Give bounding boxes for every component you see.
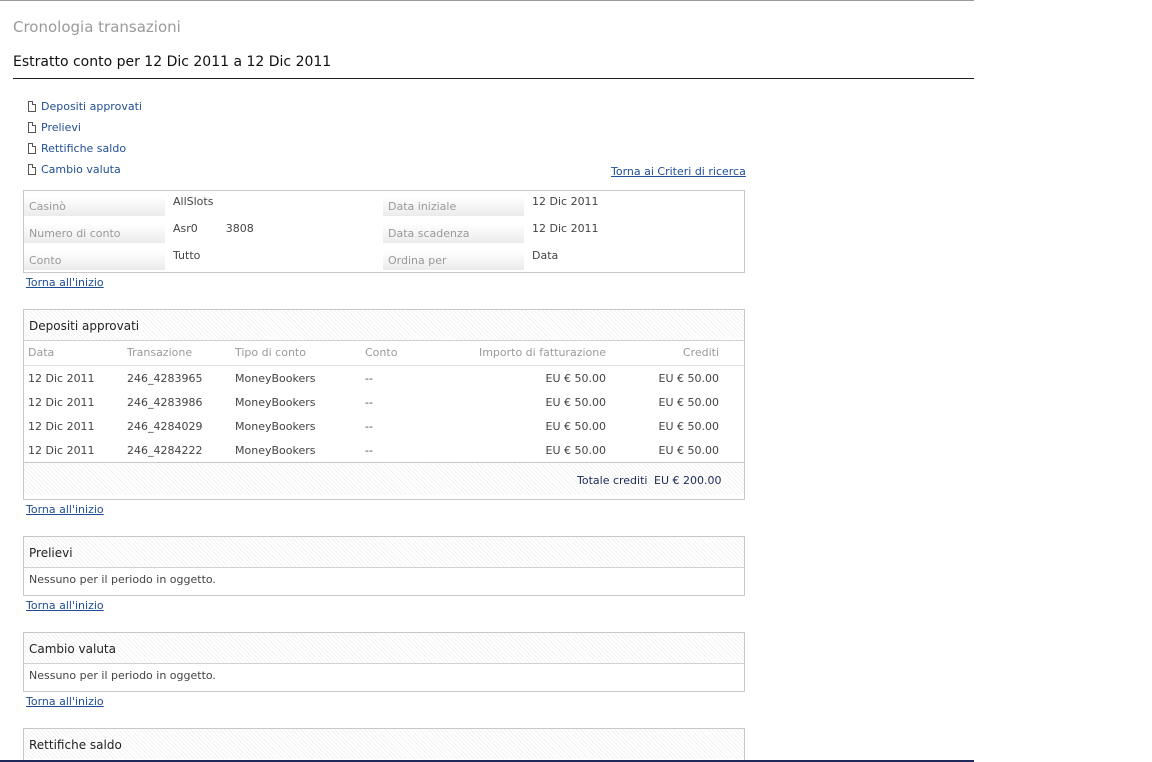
table-row: 12 Dic 2011 246_4284222 MoneyBookers -- … <box>24 438 744 462</box>
column-header: Data <box>28 346 55 359</box>
withdrawals-panel: Prelievi Nessuno per il periodo in ogget… <box>23 536 745 596</box>
back-to-top-link[interactable]: Torna all'inizio <box>26 599 104 612</box>
deposits-panel: Depositi approvati Data Transazione Tipo… <box>23 309 745 500</box>
back-to-top-link[interactable]: Torna all'inizio <box>26 695 104 708</box>
criteria-row: Numero di conto Asr0 3808 Data scadenza … <box>24 218 744 245</box>
panel-title: Rettifiche saldo <box>24 729 744 759</box>
table-row: 12 Dic 2011 246_4283965 MoneyBookers -- … <box>24 366 744 390</box>
criteria-label: Conto <box>24 251 165 270</box>
cell-billing-amount: EU € 50.00 <box>545 444 606 457</box>
criteria-value: 12 Dic 2011 <box>532 195 599 208</box>
cell-transaction: 246_4284029 <box>127 420 203 433</box>
search-criteria-table: Casinò AllSlots Data iniziale 12 Dic 201… <box>23 190 745 273</box>
criteria-label: Casinò <box>24 197 165 216</box>
table-header: Data Transazione Tipo di conto Conto Imp… <box>24 341 744 366</box>
criteria-value: Data <box>532 249 559 262</box>
cell-account: -- <box>365 396 373 409</box>
cell-credits: EU € 50.00 <box>658 444 719 457</box>
cell-billing-amount: EU € 50.00 <box>545 372 606 385</box>
top-border <box>0 0 974 1</box>
cell-date: 12 Dic 2011 <box>28 396 95 409</box>
section-link-label: Rettifiche saldo <box>41 142 127 155</box>
cell-account-type: MoneyBookers <box>235 396 316 409</box>
column-header: Importo di fatturazione <box>478 346 606 359</box>
section-link-label: Cambio valuta <box>41 163 121 176</box>
cell-date: 12 Dic 2011 <box>28 372 95 385</box>
column-header: Crediti <box>682 346 719 359</box>
cell-transaction: 246_4284222 <box>127 444 203 457</box>
section-link-adjustments[interactable]: Rettifiche saldo <box>28 140 142 161</box>
section-link-exchange[interactable]: Cambio valuta <box>28 161 142 182</box>
panel-title: Cambio valuta <box>24 633 744 664</box>
total-row: Totale crediti EU € 200.00 <box>24 462 744 495</box>
cell-account-type: MoneyBookers <box>235 420 316 433</box>
criteria-value: 12 Dic 2011 <box>532 222 599 235</box>
column-header: Conto <box>365 346 398 359</box>
cell-account: -- <box>365 372 373 385</box>
document-icon <box>28 164 36 175</box>
section-links: Depositi approvati Prelievi Rettifiche s… <box>28 98 142 182</box>
criteria-row: Conto Tutto Ordina per Data <box>24 245 744 272</box>
cell-account: -- <box>365 444 373 457</box>
app-title: Cronologia transazioni <box>13 18 181 36</box>
cell-account-type: MoneyBookers <box>235 444 316 457</box>
panel-title: Prelievi <box>24 537 744 568</box>
table-row: 12 Dic 2011 246_4283986 MoneyBookers -- … <box>24 390 744 414</box>
cell-date: 12 Dic 2011 <box>28 420 95 433</box>
cell-date: 12 Dic 2011 <box>28 444 95 457</box>
table-row: 12 Dic 2011 246_4284029 MoneyBookers -- … <box>24 414 744 438</box>
document-icon <box>28 101 36 112</box>
section-link-label: Depositi approvati <box>41 100 142 113</box>
back-to-top-link[interactable]: Torna all'inizio <box>26 276 104 289</box>
criteria-label: Data iniziale <box>383 197 524 216</box>
empty-message: Nessuno per il periodo in oggetto. <box>29 573 216 586</box>
cell-billing-amount: EU € 50.00 <box>545 396 606 409</box>
criteria-value: Asr0 3808 <box>173 222 254 235</box>
cell-credits: EU € 50.00 <box>658 420 719 433</box>
cell-account-type: MoneyBookers <box>235 372 316 385</box>
title-divider <box>13 78 974 79</box>
document-icon <box>28 143 36 154</box>
column-header: Tipo di conto <box>235 346 306 359</box>
adjustments-panel: Rettifiche saldo <box>23 728 745 761</box>
empty-message: Nessuno per il periodo in oggetto. <box>29 669 216 682</box>
criteria-label: Numero di conto <box>24 224 165 243</box>
cell-account: -- <box>365 420 373 433</box>
cell-transaction: 246_4283965 <box>127 372 203 385</box>
back-to-criteria-link[interactable]: Torna ai Criteri di ricerca <box>611 165 746 178</box>
section-link-label: Prelievi <box>41 121 81 134</box>
section-link-deposits[interactable]: Depositi approvati <box>28 98 142 119</box>
exchange-panel: Cambio valuta Nessuno per il periodo in … <box>23 632 745 692</box>
back-to-top-link[interactable]: Torna all'inizio <box>26 503 104 516</box>
cell-transaction: 246_4283986 <box>127 396 203 409</box>
criteria-value: AllSlots <box>173 195 214 208</box>
cell-credits: EU € 50.00 <box>658 372 719 385</box>
total-credits-label: Totale crediti <box>577 474 648 487</box>
total-credits-value: EU € 200.00 <box>654 474 722 487</box>
criteria-row: Casinò AllSlots Data iniziale 12 Dic 201… <box>24 191 744 218</box>
criteria-value: Tutto <box>173 249 201 262</box>
criteria-label: Data scadenza <box>383 224 524 243</box>
panel-title: Depositi approvati <box>24 310 744 341</box>
cell-credits: EU € 50.00 <box>658 396 719 409</box>
criteria-label: Ordina per <box>383 251 524 270</box>
section-link-withdrawals[interactable]: Prelievi <box>28 119 142 140</box>
column-header: Transazione <box>127 346 193 359</box>
document-icon <box>28 122 36 133</box>
statement-title: Estratto conto per 12 Dic 2011 a 12 Dic … <box>13 54 332 70</box>
cell-billing-amount: EU € 50.00 <box>545 420 606 433</box>
